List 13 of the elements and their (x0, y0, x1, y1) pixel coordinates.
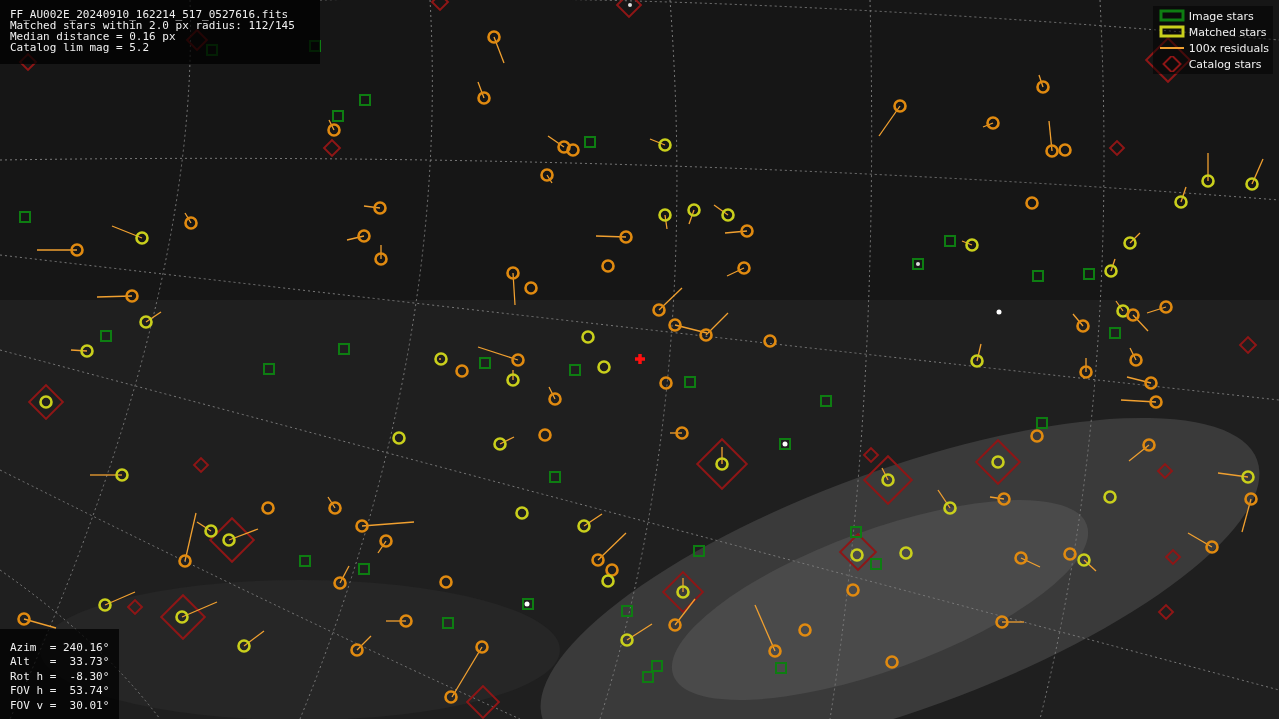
info-text: Catalog lim mag = 5.2 (10, 42, 151, 53)
info-text: FOV h = 53.74° (10, 684, 110, 699)
info-text: Matched stars within 2.0 px radius: 112/145 (10, 20, 296, 31)
info-text: Alt = 33.73° (10, 655, 110, 670)
info-text: FF_AU002E_20240910_162214_517_0527616.fits (10, 9, 290, 20)
info-text: Azim = 240.16° (10, 640, 110, 655)
legend-label: Image stars (1188, 9, 1254, 23)
legend-label: 100x residuals (1188, 41, 1269, 55)
info-text: FOV v = 30.01° (10, 698, 110, 713)
info-text: Median distance = 0.16 px (10, 31, 176, 42)
info-text: Rot h = -8.30° (10, 669, 110, 684)
legend-label: Matched stars (1188, 25, 1267, 39)
legend-label: Catalog stars (1188, 57, 1262, 71)
